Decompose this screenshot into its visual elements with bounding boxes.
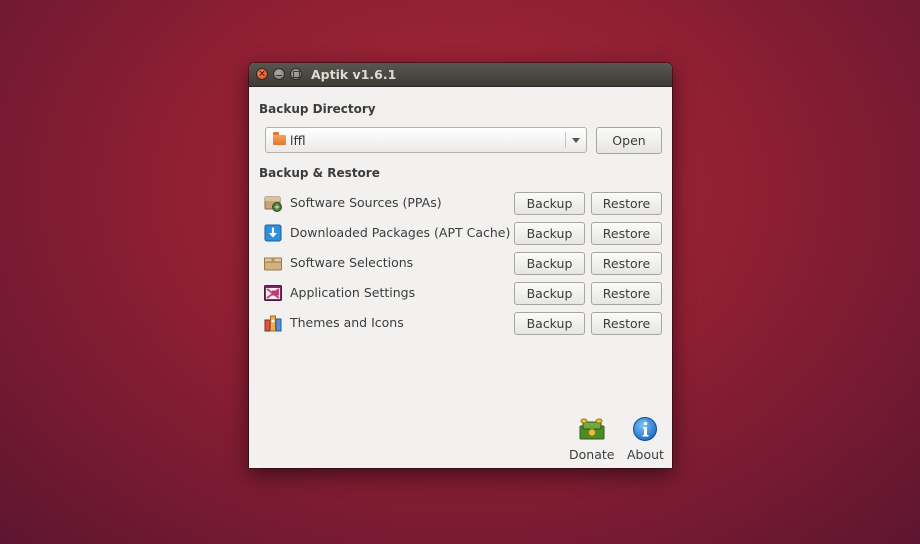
item-label: Application Settings (290, 285, 416, 300)
list-item-software-sources: Software Sources (PPAs) Backup Restore (263, 191, 663, 215)
backup-downloaded-packages-button[interactable]: Backup (514, 222, 585, 245)
item-label: Themes and Icons (290, 315, 404, 330)
restore-downloaded-packages-button[interactable]: Restore (591, 222, 662, 245)
backup-software-selections-button[interactable]: Backup (514, 252, 585, 275)
about-button[interactable]: About (627, 416, 664, 462)
open-directory-button[interactable]: Open (596, 127, 662, 154)
backup-directory-heading: Backup Directory (259, 102, 376, 116)
close-window-button[interactable]: × (256, 68, 268, 80)
item-label: Software Sources (PPAs) (290, 195, 442, 210)
list-item-software-selections: Software Selections Backup Restore (263, 251, 663, 275)
item-label: Downloaded Packages (APT Cache) (290, 225, 511, 240)
item-label: Software Selections (290, 255, 414, 270)
info-icon (633, 417, 658, 441)
themes-icon (264, 315, 282, 332)
backup-themes-icons-button[interactable]: Backup (514, 312, 585, 335)
software-sources-icon (264, 196, 282, 212)
restore-application-settings-button[interactable]: Restore (591, 282, 662, 305)
backup-directory-combo[interactable]: lffl (265, 127, 587, 153)
title-bar[interactable]: × Aptik v1.6.1 (249, 63, 672, 87)
restore-software-selections-button[interactable]: Restore (591, 252, 662, 275)
restore-themes-icons-button[interactable]: Restore (591, 312, 662, 335)
donate-button[interactable]: Donate (569, 416, 614, 462)
package-box-icon (264, 257, 282, 271)
minimize-window-button[interactable] (273, 68, 285, 80)
backup-restore-heading: Backup & Restore (259, 166, 380, 180)
maximize-window-button[interactable] (290, 68, 302, 80)
folder-icon (273, 132, 286, 145)
list-item-downloaded-packages: Downloaded Packages (APT Cache) Backup R… (263, 221, 663, 245)
window-title: Aptik v1.6.1 (311, 67, 397, 82)
backup-application-settings-button[interactable]: Backup (514, 282, 585, 305)
about-label: About (627, 447, 664, 462)
backup-directory-value: lffl (290, 132, 306, 148)
app-settings-icon (264, 285, 282, 301)
chevron-down-icon[interactable] (566, 138, 586, 143)
list-item-application-settings: Application Settings Backup Restore (263, 281, 663, 305)
restore-software-sources-button[interactable]: Restore (591, 192, 662, 215)
download-icon (264, 224, 282, 242)
money-icon (579, 418, 605, 440)
list-item-themes-icons: Themes and Icons Backup Restore (263, 311, 663, 335)
aptik-window: × Aptik v1.6.1 Backup Directory lffl Ope… (249, 63, 672, 468)
backup-software-sources-button[interactable]: Backup (514, 192, 585, 215)
donate-label: Donate (569, 447, 615, 462)
